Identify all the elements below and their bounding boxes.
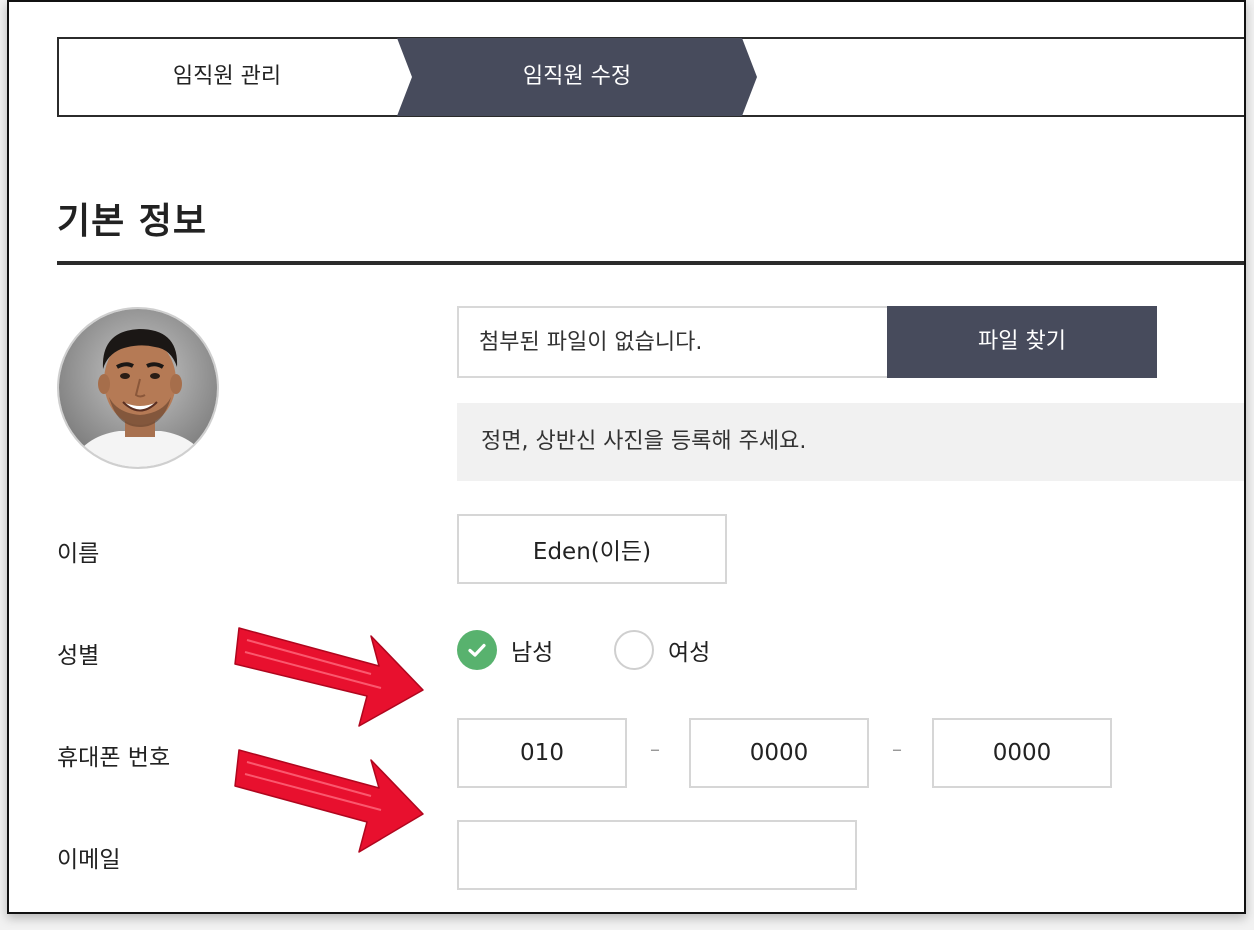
gender-label: 성별	[57, 643, 100, 669]
phone-part-2-input[interactable]	[689, 718, 869, 788]
profile-photo	[57, 307, 219, 469]
radio-unselected-indicator[interactable]	[614, 630, 654, 670]
gender-option-female-label: 여성	[668, 640, 711, 666]
phone-separator: –	[892, 737, 902, 761]
breadcrumb-step-employee-management[interactable]: 임직원 관리	[57, 37, 397, 117]
check-icon	[468, 643, 486, 657]
page-frame: 임직원 관리 임직원 수정 기본 정보 첨부된 파일이 없습니다. 파일 찾기 …	[7, 0, 1246, 914]
breadcrumb: 임직원 관리 임직원 수정	[57, 37, 1244, 117]
section-divider	[57, 261, 1244, 265]
phone-part-3-input[interactable]	[932, 718, 1112, 788]
gender-option-male-label: 남성	[511, 640, 554, 666]
name-label: 이름	[57, 541, 100, 567]
gender-option-male[interactable]: 남성	[457, 628, 553, 672]
gender-option-female[interactable]: 여성	[614, 628, 710, 672]
red-arrow-icon	[234, 749, 424, 853]
file-status-text: 첨부된 파일이 없습니다.	[479, 330, 703, 355]
file-status-field: 첨부된 파일이 없습니다.	[457, 306, 889, 378]
phone-separator: –	[650, 737, 660, 761]
email-label: 이메일	[57, 847, 121, 873]
red-arrow-icon	[234, 627, 424, 727]
phone-part-1-input[interactable]	[457, 718, 627, 788]
name-input[interactable]	[457, 514, 727, 584]
phone-label: 휴대폰 번호	[57, 745, 171, 771]
photo-hint-text: 정면, 상반신 사진을 등록해 주세요.	[481, 429, 807, 454]
breadcrumb-step-employee-edit[interactable]: 임직원 수정	[397, 37, 757, 117]
email-input[interactable]	[457, 820, 857, 890]
section-title: 기본 정보	[57, 201, 208, 242]
radio-selected-indicator[interactable]	[457, 630, 497, 670]
find-file-button[interactable]: 파일 찾기	[887, 306, 1157, 378]
photo-hint-box: 정면, 상반신 사진을 등록해 주세요.	[457, 403, 1244, 481]
